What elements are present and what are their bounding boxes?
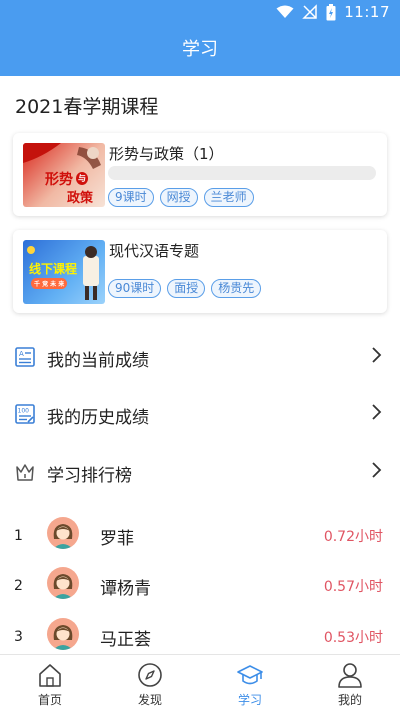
menu-label: 学习排行榜 xyxy=(47,466,132,486)
course-hours-tag: 90课时 xyxy=(108,279,162,298)
tab-discover[interactable]: 发现 xyxy=(100,655,200,711)
bottom-tab-bar: 首页 发现 学习 我的 xyxy=(0,654,400,711)
course-thumbnail: 形势 与 政策 xyxy=(23,143,105,207)
tab-label: 我的 xyxy=(337,693,362,707)
course-tags: 90课时 面授 杨贵先 xyxy=(108,279,262,298)
course-title: 形势与政策（1） xyxy=(109,145,224,163)
course-progress-bar xyxy=(108,166,376,180)
rank-hours: 0.57小时 xyxy=(323,579,383,595)
course-hours-tag: 9课时 xyxy=(108,188,154,207)
avatar xyxy=(47,567,79,599)
chevron-right-icon xyxy=(372,404,382,420)
thumb-text: 与 xyxy=(76,172,88,185)
course-thumbnail: 线下课程 千 竞 未 来 xyxy=(23,240,105,304)
tab-label: 学习 xyxy=(237,693,262,707)
semester-title: 2021春学期课程 xyxy=(15,96,159,118)
menu-ranking[interactable]: 学习排行榜 xyxy=(0,448,400,498)
avatar xyxy=(47,517,79,549)
rank-name: 谭杨青 xyxy=(100,579,151,599)
ranking-row[interactable]: 1 罗菲 0.72小时 xyxy=(0,514,400,562)
rank-name: 马正荟 xyxy=(100,630,151,650)
tab-mine[interactable]: 我的 xyxy=(300,655,400,711)
course-tags: 9课时 网授 兰老师 xyxy=(108,188,254,207)
course-mode-tag: 面授 xyxy=(167,279,206,298)
rank-number: 1 xyxy=(14,528,23,544)
rank-hours: 0.53小时 xyxy=(323,630,383,646)
avatar xyxy=(47,618,79,650)
rank-number: 3 xyxy=(14,629,23,645)
graduation-cap-icon xyxy=(237,665,263,685)
thumb-text: 形势 xyxy=(45,172,73,188)
course-card[interactable]: 线下课程 千 竞 未 来 现代汉语专题 90课时 面授 杨贵先 xyxy=(13,230,387,313)
battery-charging-icon xyxy=(326,3,336,20)
tab-label: 首页 xyxy=(37,693,62,707)
ranking-row[interactable]: 2 谭杨青 0.57小时 xyxy=(0,564,400,612)
course-teacher-tag: 杨贵先 xyxy=(211,279,262,298)
menu-current-grades[interactable]: A 我的当前成绩 xyxy=(0,333,400,383)
svg-text:A: A xyxy=(19,350,24,358)
rank-hours: 0.72小时 xyxy=(323,529,383,545)
course-teacher-tag: 兰老师 xyxy=(203,188,254,207)
page-title: 学习 xyxy=(0,26,400,76)
course-card[interactable]: 形势 与 政策 形势与政策（1） 9课时 网授 兰老师 xyxy=(13,133,387,216)
course-mode-tag: 网授 xyxy=(159,188,198,207)
thumb-text: 线下课程 xyxy=(29,262,78,276)
user-icon xyxy=(338,663,362,688)
wifi-icon xyxy=(276,5,294,18)
chevron-right-icon xyxy=(372,462,382,478)
rank-name: 罗菲 xyxy=(100,529,134,549)
tab-home[interactable]: 首页 xyxy=(0,655,100,711)
thumb-text: 千 竞 未 来 xyxy=(31,278,68,289)
menu-label: 我的当前成绩 xyxy=(47,351,149,371)
chevron-right-icon xyxy=(372,347,382,363)
status-bar: 11:17 xyxy=(0,0,400,26)
course-title: 现代汉语专题 xyxy=(109,242,200,260)
svg-text:100: 100 xyxy=(18,408,30,415)
clock-time: 11:17 xyxy=(344,3,390,21)
thumb-text: 政策 xyxy=(67,191,94,206)
tab-study[interactable]: 学习 xyxy=(200,655,300,711)
current-grades-icon: A xyxy=(15,347,35,367)
menu-label: 我的历史成绩 xyxy=(47,408,149,428)
tab-label: 发现 xyxy=(137,693,162,707)
home-icon xyxy=(39,664,61,687)
history-grades-icon: 100 xyxy=(15,404,35,424)
no-signal-icon xyxy=(302,4,318,19)
compass-icon xyxy=(138,663,162,687)
ranking-crown-icon xyxy=(16,464,34,481)
menu-history-grades[interactable]: 100 我的历史成绩 xyxy=(0,390,400,440)
rank-number: 2 xyxy=(14,578,23,594)
